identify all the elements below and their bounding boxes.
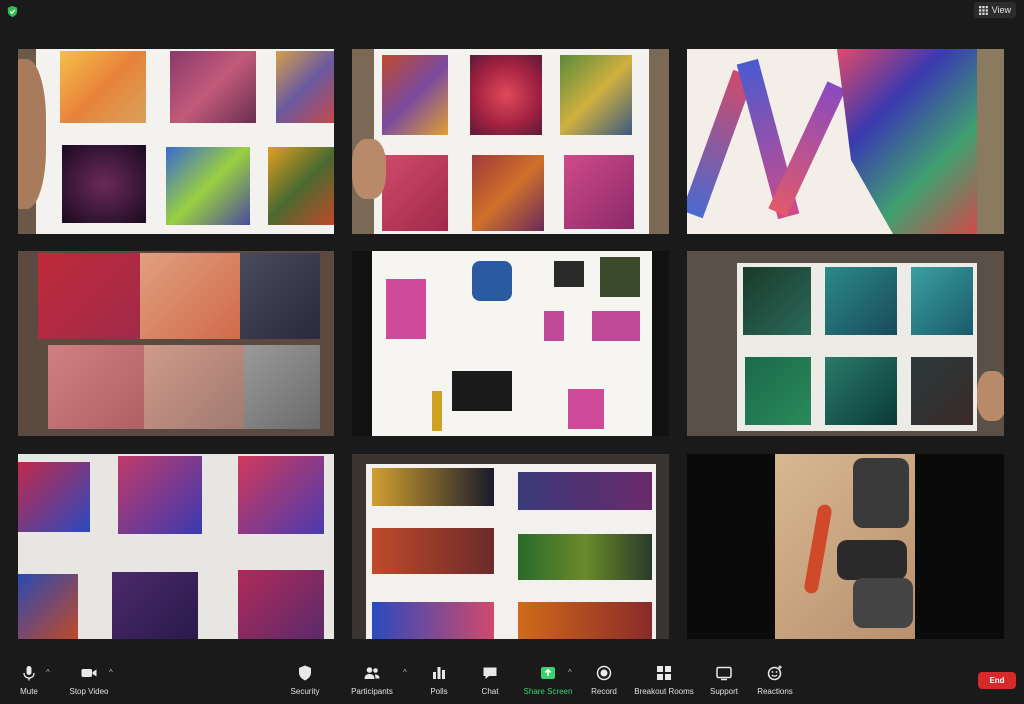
security-shield-icon [299,665,311,681]
print-square [140,253,240,339]
support-label: Support [709,687,739,696]
security-label: Security [290,687,320,696]
participant-hand [977,371,1004,421]
paint-jar [853,578,913,628]
support-icon [716,666,732,681]
print-square [118,456,202,534]
print-square [564,155,634,229]
participant-hand [352,139,386,199]
chat-icon [483,667,497,679]
print-square [560,55,632,135]
print-square [166,147,250,225]
print-square [144,345,244,429]
video-tile-1[interactable] [18,49,334,234]
print-strip [518,602,652,639]
record-label: Record [591,687,617,696]
print-square [38,253,140,339]
print-shape [544,311,564,341]
print-shape [600,257,640,297]
print-square [48,345,144,429]
share-screen-icon [541,667,555,679]
print-square [244,345,320,429]
print-square [240,253,320,339]
reactions-label: Reactions [757,687,793,696]
video-tile-4[interactable] [18,251,334,436]
paint-jar [837,540,907,580]
print-square [825,357,897,425]
print-strip [372,528,494,574]
print-strip [518,534,652,580]
video-tile-5[interactable] [352,251,669,436]
print-square [62,145,146,223]
microphone-icon [23,666,35,681]
print-square [60,51,146,123]
print-square [170,51,256,123]
print-shape [452,371,512,411]
video-tile-9[interactable] [687,454,1004,639]
print-square [382,55,448,135]
reactions-icon [767,665,782,681]
print-strip [372,602,494,639]
video-tile-2[interactable] [352,49,669,234]
print-strip [372,468,494,506]
record-icon [596,665,612,681]
video-tile-7[interactable] [18,454,334,639]
end-meeting-button[interactable]: End [978,672,1016,689]
breakout-rooms-icon [657,666,671,680]
print-square [382,155,448,231]
paint-jar [853,458,909,528]
participants-label: Participants [351,687,393,696]
polls-label: Polls [430,687,448,696]
print-square [112,572,198,639]
view-label: View [991,5,1011,15]
print-square [743,267,811,335]
print-strip [518,472,652,510]
stop-video-button[interactable]: Stop Video [49,664,129,696]
print-square [238,570,324,639]
video-tile-8[interactable] [352,454,669,639]
print-square [745,357,811,425]
print-shape [568,389,604,429]
print-square [238,456,324,534]
grid-view-icon [978,5,988,15]
meeting-top-bar: View [0,0,1024,24]
print-square [268,147,334,225]
print-square [18,462,90,532]
video-options-caret[interactable]: ^ [109,668,113,677]
chat-label: Chat [481,687,499,696]
print-square [911,357,973,425]
shield-check-icon[interactable] [6,5,19,18]
stop-video-label: Stop Video [69,687,109,696]
participants-icon [364,667,380,679]
video-tile-3[interactable] [687,49,1004,234]
print-square [911,267,973,335]
reactions-button[interactable]: Reactions [735,664,815,696]
print-shape [432,391,442,431]
print-shape [554,261,584,287]
print-shape [386,279,426,339]
view-button[interactable]: View [973,2,1016,18]
print-shape [592,311,640,341]
polls-icon [433,667,445,679]
print-square [276,51,334,123]
print-shape [472,261,512,301]
video-camera-icon [81,669,97,677]
mute-label: Mute [20,687,38,696]
print-square [18,574,78,639]
video-tile-6[interactable] [687,251,1004,436]
print-square [825,267,897,335]
print-square [470,55,542,135]
print-square [472,155,544,231]
meeting-toolbar: Mute ^ Stop Video ^ Security Participant… [0,660,1024,704]
